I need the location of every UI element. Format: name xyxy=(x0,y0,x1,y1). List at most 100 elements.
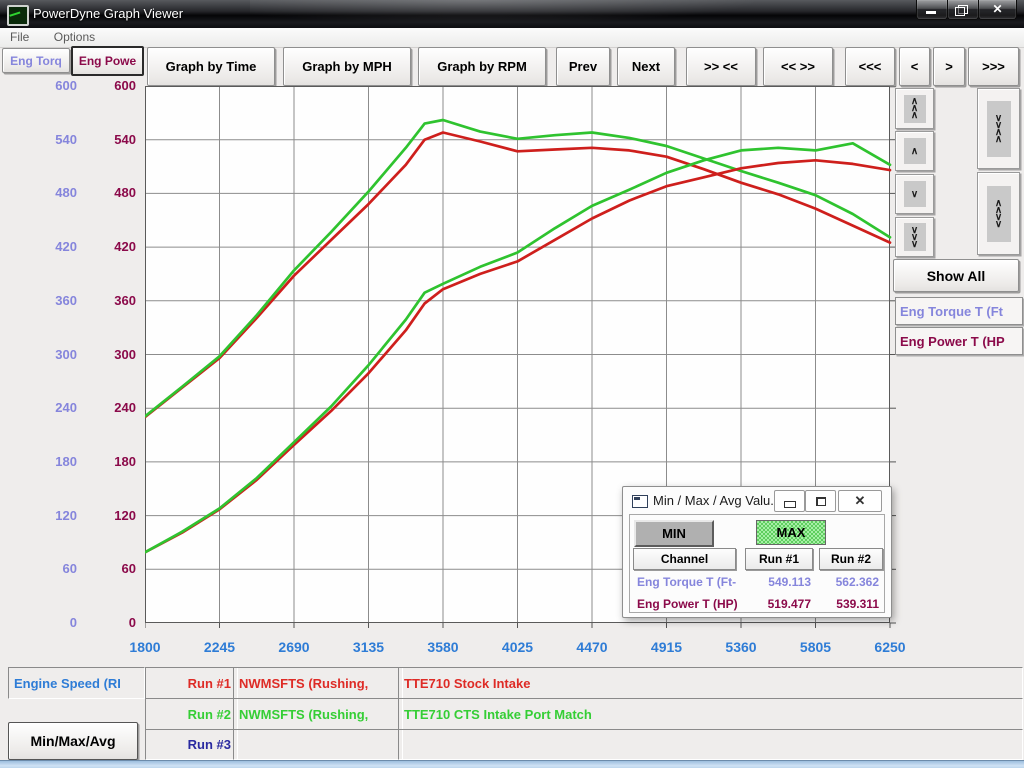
prev-button[interactable]: Prev xyxy=(556,47,610,86)
scroll-left-button[interactable]: < xyxy=(899,47,930,86)
torque-axis-tick-label: 240 xyxy=(17,400,77,415)
power-axis-tick-label: 360 xyxy=(76,293,136,308)
minimize-icon xyxy=(926,11,936,14)
torque-axis-tick-label: 60 xyxy=(17,561,77,576)
dialog-window-icon xyxy=(632,495,648,508)
max-toggle-button[interactable]: MAX xyxy=(756,520,826,545)
rpm-axis-tick-label: 1800 xyxy=(113,639,177,655)
window-title: PowerDyne Graph Viewer xyxy=(33,6,183,21)
scroll-right-button[interactable]: > xyxy=(933,47,965,86)
torque-run2-max-value: 562.362 xyxy=(809,575,879,589)
power-axis-tick-label: 480 xyxy=(76,185,136,200)
run2-label: Run #2 xyxy=(145,698,238,730)
scale-up-button[interactable]: ∧ xyxy=(895,131,934,171)
scale-up-fast-button[interactable]: ∧∧∧ xyxy=(895,88,934,129)
show-all-button[interactable]: Show All xyxy=(893,259,1019,292)
rpm-axis-tick-label: 6250 xyxy=(858,639,922,655)
dialog-minimize-icon xyxy=(784,501,796,508)
menu-file[interactable]: File xyxy=(0,28,39,46)
zoom-out-x-button[interactable]: << >> xyxy=(763,47,833,86)
torque-axis-tick-label: 540 xyxy=(17,132,77,147)
close-button[interactable]: ✕ xyxy=(978,0,1017,20)
dialog-close-icon: ✕ xyxy=(855,493,866,509)
power-run2-max-value: 539.311 xyxy=(809,597,879,611)
next-button[interactable]: Next xyxy=(617,47,675,86)
tab-eng-torque-axis[interactable]: Eng Torq xyxy=(2,48,70,73)
scale-down-button[interactable]: ∨ xyxy=(895,174,934,214)
rpm-axis-tick-label: 4470 xyxy=(560,639,624,655)
chevron-up-icon: ∧ xyxy=(904,138,926,164)
torque-axis-tick-label: 360 xyxy=(17,293,77,308)
min-max-avg-button[interactable]: Min/Max/Avg xyxy=(8,722,138,760)
power-axis-tick-label: 420 xyxy=(76,239,136,254)
dialog-minimize-button[interactable] xyxy=(774,490,805,512)
torque-axis-tick-label: 600 xyxy=(17,78,77,93)
run1-operator-field[interactable]: NWMSFTS (Rushing, xyxy=(233,667,403,699)
run2-operator-field[interactable]: NWMSFTS (Rushing, xyxy=(233,698,403,730)
title-bar: PowerDyne Graph Viewer ✕ xyxy=(0,0,1024,28)
run3-description-field[interactable] xyxy=(398,729,1023,760)
min-max-avg-dialog: Min / Max / Avg Valu... ✕ MIN MAX Channe… xyxy=(622,486,892,618)
torque-channel-chip[interactable]: Eng Torque T (Ft xyxy=(895,297,1023,325)
dialog-maximize-button[interactable] xyxy=(805,490,836,512)
menu-options[interactable]: Options xyxy=(44,28,105,46)
power-channel-chip[interactable]: Eng Power T (HP xyxy=(895,327,1023,355)
minimize-button[interactable] xyxy=(916,0,948,20)
power-run1-max-value: 519.477 xyxy=(741,597,811,611)
power-axis-tick-label: 240 xyxy=(76,400,136,415)
tab-eng-power-axis[interactable]: Eng Powe xyxy=(71,46,144,76)
torque-axis-tick-label: 480 xyxy=(17,185,77,200)
zoom-in-x-button[interactable]: >> << xyxy=(686,47,756,86)
dialog-close-button[interactable]: ✕ xyxy=(838,490,882,512)
power-axis-tick-label: 0 xyxy=(76,615,136,630)
power-axis-tick-label: 120 xyxy=(76,508,136,523)
rpm-axis-tick-label: 2245 xyxy=(188,639,252,655)
expand-chevrons-icon: ∧∧∨∨ xyxy=(987,186,1011,242)
min-toggle-button[interactable]: MIN xyxy=(634,520,714,547)
menu-bar: File Options xyxy=(0,28,1024,48)
dialog-title: Min / Max / Avg Valu... xyxy=(653,493,781,508)
run1-description-field[interactable]: TTE710 Stock Intake xyxy=(398,667,1023,699)
x-axis-channel-field[interactable]: Engine Speed (RI xyxy=(8,667,145,699)
rpm-axis-tick-label: 4025 xyxy=(486,639,550,655)
rpm-axis-tick-label: 5805 xyxy=(784,639,848,655)
power-axis-tick-label: 60 xyxy=(76,561,136,576)
power-axis-tick-label: 600 xyxy=(76,78,136,93)
torque-axis-tick-label: 0 xyxy=(17,615,77,630)
graph-by-mph-button[interactable]: Graph by MPH xyxy=(283,47,411,86)
rpm-axis-tick-label: 4915 xyxy=(635,639,699,655)
run3-operator-field[interactable] xyxy=(233,729,403,760)
run3-label: Run #3 xyxy=(145,729,238,760)
rpm-axis-tick-label: 5360 xyxy=(709,639,773,655)
scroll-far-right-button[interactable]: >>> xyxy=(968,47,1019,86)
expand-scale-button[interactable]: ∧∧∨∨ xyxy=(977,172,1020,255)
close-icon: ✕ xyxy=(979,2,1016,16)
scale-down-fast-button[interactable]: ∨∨∨ xyxy=(895,217,934,257)
torque-axis-tick-label: 180 xyxy=(17,454,77,469)
power-axis-tick-label: 180 xyxy=(76,454,136,469)
window-frame-bottom xyxy=(0,760,1024,768)
powerdyne-window: PowerDyne Graph Viewer ✕ File Options En… xyxy=(0,0,1024,768)
triple-chevron-down-icon: ∨∨∨ xyxy=(904,223,926,251)
scroll-far-left-button[interactable]: <<< xyxy=(845,47,895,86)
rpm-axis-tick-label: 2690 xyxy=(262,639,326,655)
run2-column-header[interactable]: Run #2 xyxy=(819,548,883,570)
run2-description-field[interactable]: TTE710 CTS Intake Port Match xyxy=(398,698,1023,730)
torque-run1-max-value: 549.113 xyxy=(741,575,811,589)
rpm-axis-tick-label: 3580 xyxy=(411,639,475,655)
app-icon xyxy=(7,5,29,26)
maximize-button[interactable] xyxy=(947,0,979,20)
titlebar-gloss xyxy=(250,0,810,28)
graph-by-rpm-button[interactable]: Graph by RPM xyxy=(418,47,546,86)
compress-scale-button[interactable]: ∨∨∧∧ xyxy=(977,88,1020,169)
run1-label: Run #1 xyxy=(145,667,238,699)
triple-chevron-up-icon: ∧∧∧ xyxy=(904,95,926,123)
channel-column-header[interactable]: Channel xyxy=(633,548,736,570)
rpm-axis-tick-label: 3135 xyxy=(337,639,401,655)
run1-column-header[interactable]: Run #1 xyxy=(745,548,813,570)
torque-axis-tick-label: 300 xyxy=(17,347,77,362)
power-axis-tick-label: 540 xyxy=(76,132,136,147)
graph-by-time-button[interactable]: Graph by Time xyxy=(147,47,275,86)
torque-axis-tick-label: 120 xyxy=(17,508,77,523)
chevron-down-icon: ∨ xyxy=(904,181,926,207)
